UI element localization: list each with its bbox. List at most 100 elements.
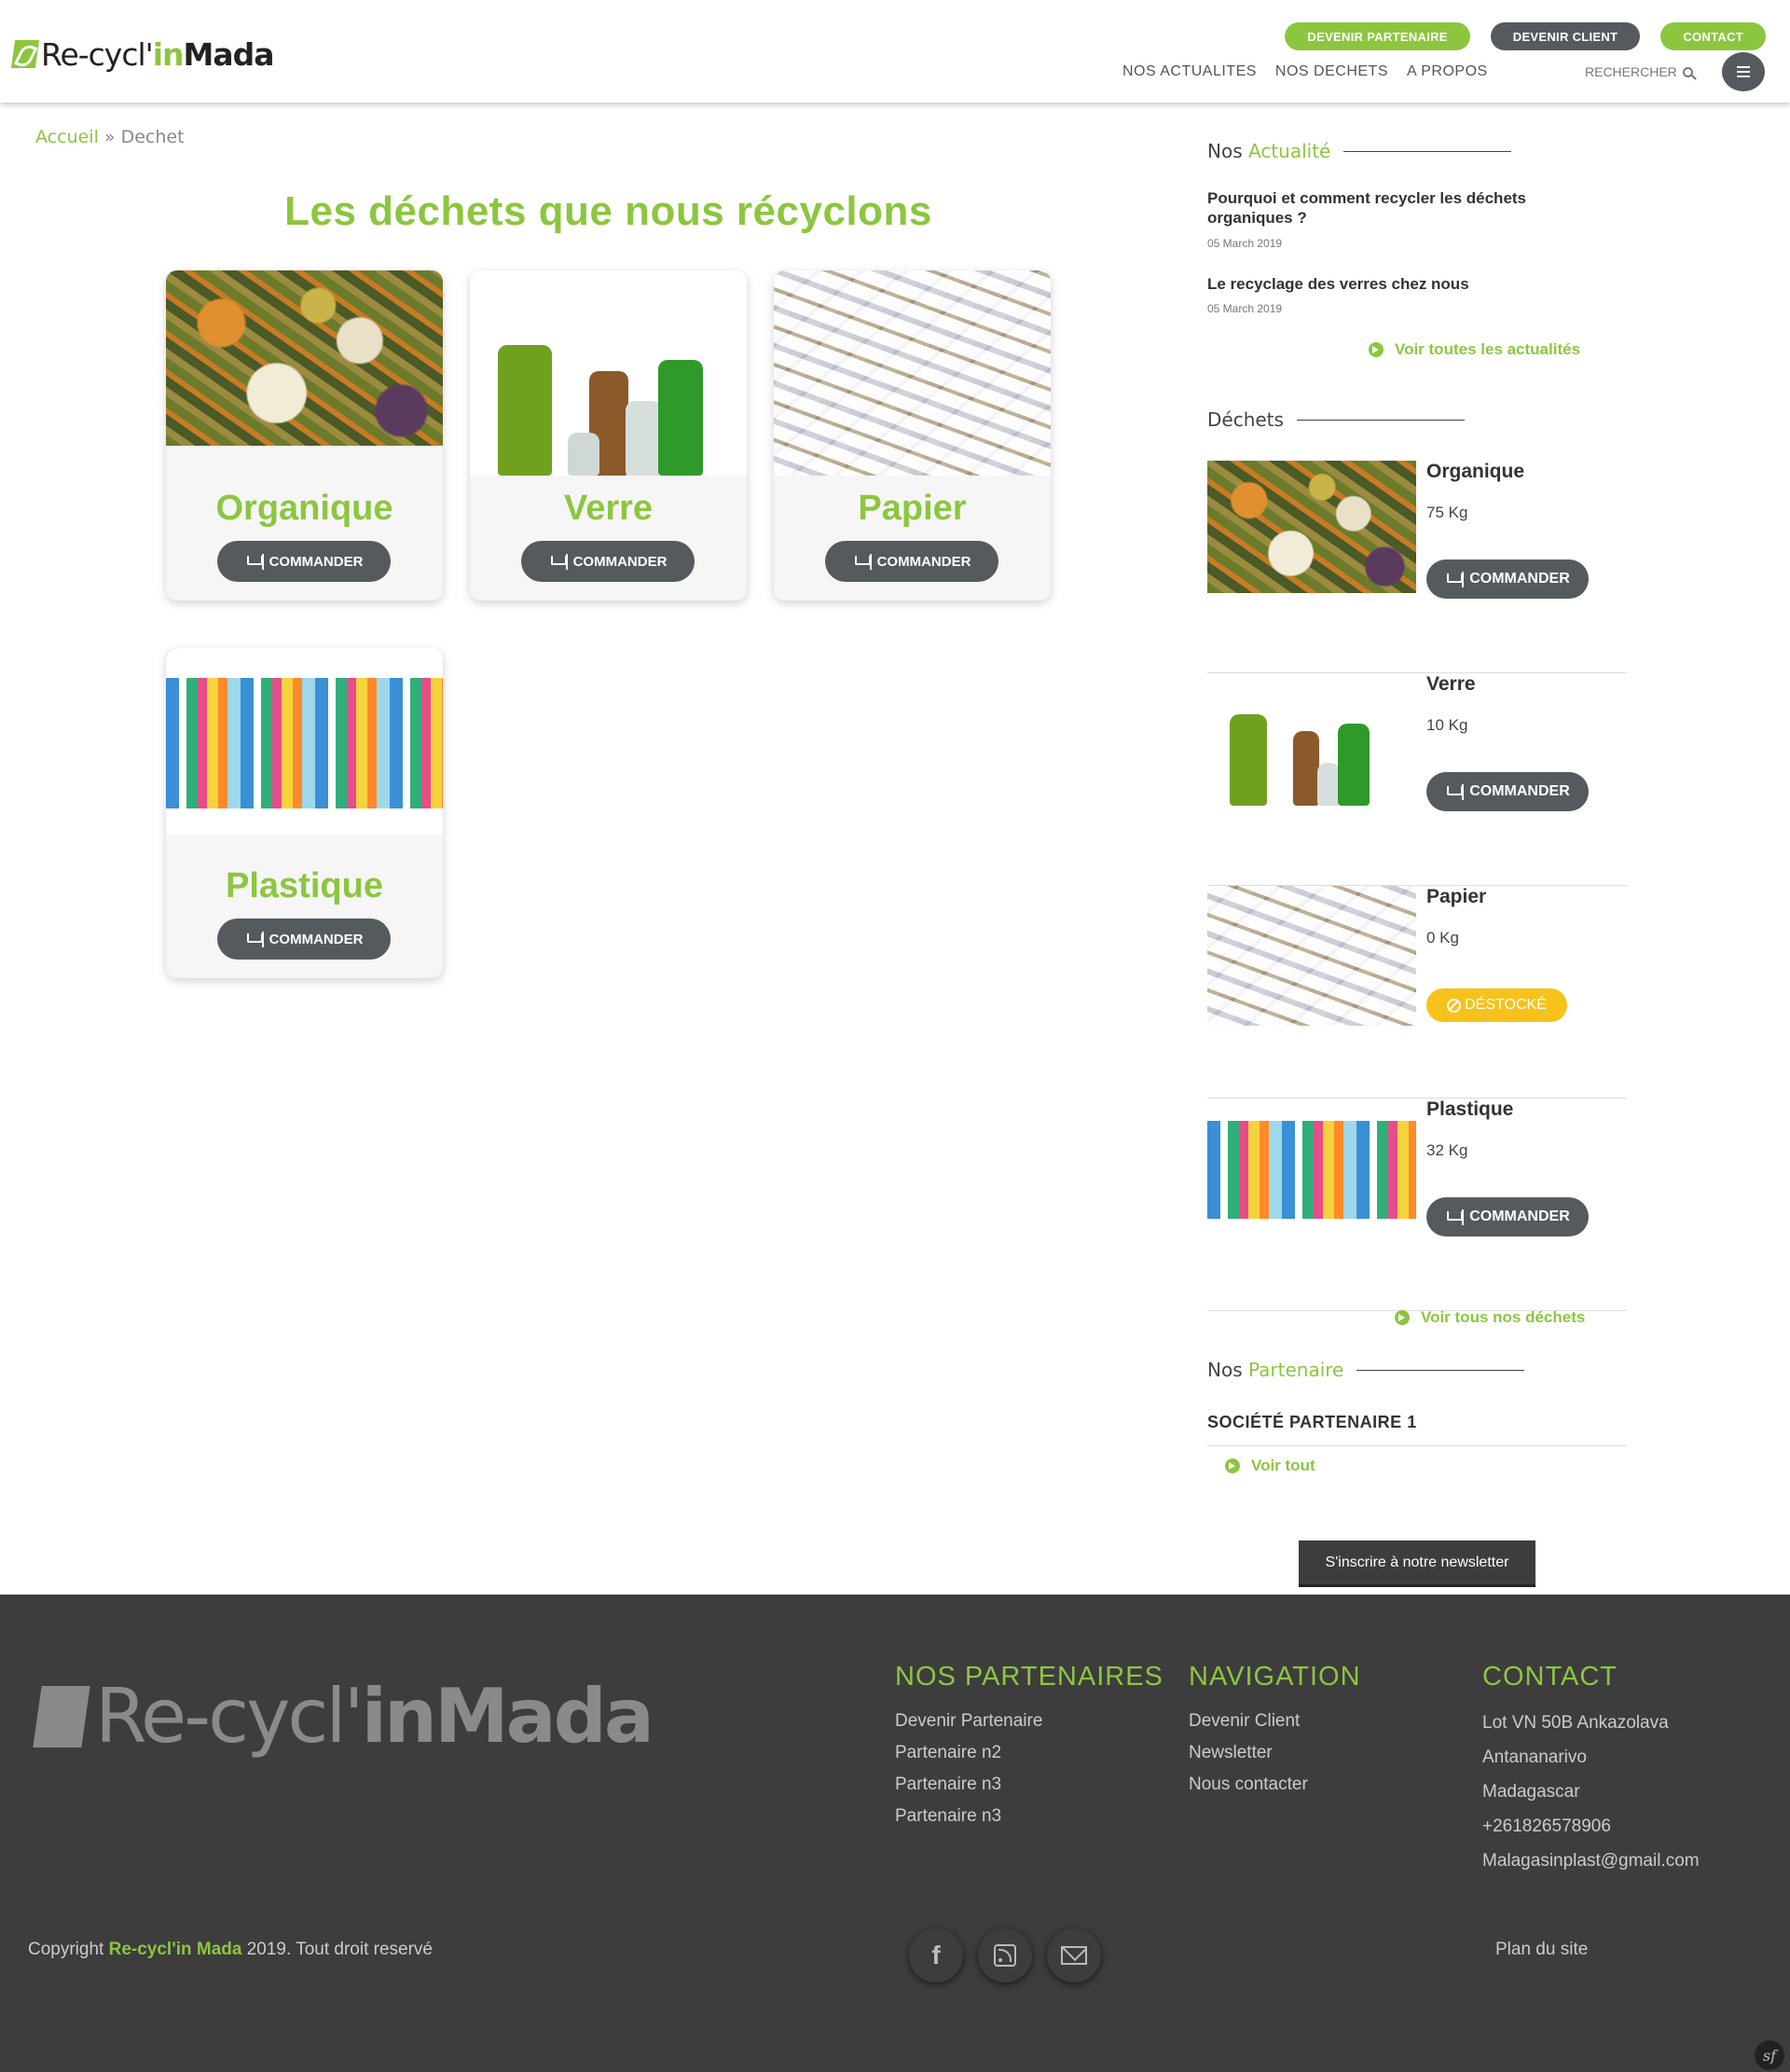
nav-item-about[interactable]: A PROPOS — [1407, 63, 1488, 80]
social-links: f — [909, 1928, 1101, 1982]
waste-list-item: Papier 0 Kg DÉSTOCKÉ — [1207, 886, 1627, 1098]
footer-column-title: NAVIGATION — [1189, 1662, 1361, 1692]
all-partners-link[interactable]: Voir tout — [1225, 1457, 1315, 1475]
contact-email[interactable]: Malagasinplast@gmail.com — [1482, 1844, 1700, 1878]
news-heading: Nos Actualité — [1207, 140, 1512, 162]
hamburger-menu-button[interactable] — [1722, 52, 1765, 91]
footer-partners-column: NOS PARTENAIRES Devenir Partenaire Parte… — [895, 1662, 1164, 1832]
breadcrumb: Accueil » Dechet — [35, 127, 185, 147]
cart-icon — [245, 932, 264, 947]
waste-quantity: 32 Kg — [1426, 1141, 1468, 1159]
card-title: Papier — [858, 489, 967, 528]
main-nav: NOS ACTUALITES NOS DECHETS A PROPOS — [1122, 63, 1488, 80]
footer-navigation-column: NAVIGATION Devenir Client Newsletter Nou… — [1189, 1662, 1361, 1801]
news-item-title[interactable]: Pourquoi et comment recycler les déchets… — [1207, 188, 1599, 228]
site-footer: Re-cycl'inMada NOS PARTENAIRES Devenir P… — [0, 1595, 1790, 2072]
organic-waste-image — [166, 270, 443, 446]
arrow-circle-right-icon — [1395, 1310, 1410, 1325]
copyright-text: Copyright Re-cycl'in Mada 2019. Tout dro… — [28, 1940, 434, 1959]
mail-link[interactable] — [1047, 1928, 1101, 1982]
order-button[interactable]: COMMANDER — [825, 541, 998, 582]
plastic-bottles-image — [166, 648, 443, 835]
glass-bottles-image — [470, 270, 747, 476]
footer-link[interactable]: Partenaire n3 — [895, 1769, 1164, 1801]
search-icon — [1682, 66, 1693, 77]
cart-icon — [1445, 1209, 1465, 1225]
waste-quantity: 10 Kg — [1426, 716, 1468, 734]
waste-list-item: Verre 10 Kg COMMANDER — [1207, 673, 1627, 886]
contact-address: Lot VN 50B Ankazolava — [1482, 1713, 1669, 1733]
waste-card-glass[interactable]: Verre COMMANDER — [470, 270, 747, 601]
order-button[interactable]: COMMANDER — [1426, 559, 1589, 599]
footer-contact-column: CONTACT Lot VN 50B Ankazolava Antananari… — [1482, 1662, 1700, 1878]
footer-column-title: NOS PARTENAIRES — [895, 1662, 1164, 1692]
waste-heading: Déchets — [1207, 408, 1465, 431]
waste-name[interactable]: Papier — [1426, 886, 1486, 908]
cart-icon — [853, 554, 872, 570]
waste-name[interactable]: Organique — [1426, 461, 1524, 483]
search-trigger[interactable]: RECHERCHER — [1585, 64, 1693, 79]
shredded-paper-thumbnail[interactable] — [1207, 886, 1416, 1026]
waste-name[interactable]: Verre — [1426, 673, 1476, 696]
waste-card-paper[interactable]: Papier COMMANDER — [774, 270, 1051, 601]
waste-quantity: 75 Kg — [1426, 504, 1468, 521]
card-title: Verre — [563, 489, 654, 528]
footer-link[interactable]: Devenir Partenaire — [895, 1706, 1164, 1737]
page-title: Les déchets que nous récyclons — [284, 188, 932, 234]
site-logo[interactable]: Re-cycl'inMada — [10, 34, 275, 75]
cart-icon — [549, 554, 568, 570]
news-item-title[interactable]: Le recyclage des verres chez nous — [1207, 274, 1599, 294]
waste-list-item: Organique 75 Kg COMMANDER — [1207, 461, 1627, 673]
footer-column-title: CONTACT — [1482, 1662, 1618, 1692]
menu-icon — [1737, 66, 1750, 68]
search-label: RECHERCHER — [1585, 64, 1677, 79]
become-client-button[interactable]: DEVENIR CLIENT — [1490, 22, 1641, 50]
waste-card-organic[interactable]: Organique COMMANDER — [166, 270, 443, 601]
contact-phone[interactable]: +261826578906 — [1482, 1809, 1700, 1844]
order-button[interactable]: COMMANDER — [1426, 772, 1589, 811]
plastic-bottles-thumbnail[interactable] — [1207, 1098, 1416, 1238]
newsletter-signup-button[interactable]: S'inscrire à notre newsletter — [1299, 1540, 1535, 1587]
order-button[interactable]: COMMANDER — [217, 919, 391, 960]
card-title: Plastique — [226, 866, 383, 905]
footer-link[interactable]: Nous contacter — [1189, 1769, 1361, 1801]
organic-waste-thumbnail[interactable] — [1207, 461, 1416, 593]
rss-link[interactable] — [978, 1928, 1032, 1982]
order-button[interactable]: COMMANDER — [1426, 1197, 1589, 1236]
rss-icon — [994, 1944, 1016, 1967]
sitemap-link[interactable]: Plan du site — [1495, 1940, 1588, 1960]
glass-bottles-thumbnail[interactable] — [1207, 673, 1416, 806]
waste-name[interactable]: Plastique — [1426, 1098, 1513, 1121]
become-partner-button[interactable]: DEVENIR PARTENAIRE — [1285, 22, 1470, 50]
partner-item[interactable]: SOCIÉTÉ PARTENAIRE 1 — [1207, 1413, 1627, 1446]
top-buttons: DEVENIR PARTENAIRE DEVENIR CLIENT CONTAC… — [1285, 22, 1766, 50]
breadcrumb-home[interactable]: Accueil — [35, 127, 99, 147]
breadcrumb-separator: » — [103, 127, 116, 147]
order-button[interactable]: COMMANDER — [521, 541, 695, 582]
all-waste-link[interactable]: Voir tous nos déchets — [1395, 1308, 1585, 1327]
facebook-icon[interactable]: f — [909, 1928, 963, 1982]
symfony-toolbar-icon[interactable]: sf — [1755, 2040, 1784, 2070]
footer-link[interactable]: Partenaire n3 — [895, 1801, 1164, 1832]
order-button[interactable]: COMMANDER — [217, 541, 391, 582]
contact-button[interactable]: CONTACT — [1660, 22, 1766, 50]
footer-logo[interactable]: Re-cycl'inMada — [33, 1673, 654, 1760]
site-header: Re-cycl'inMada DEVENIR PARTENAIRE DEVENI… — [0, 0, 1790, 103]
cart-icon — [1445, 784, 1465, 800]
arrow-circle-right-icon — [1369, 342, 1384, 357]
all-news-link[interactable]: Voir toutes les actualités — [1369, 340, 1580, 359]
footer-link[interactable]: Devenir Client — [1189, 1706, 1361, 1737]
footer-link[interactable]: Partenaire n2 — [895, 1737, 1164, 1769]
leaf-logo-icon — [33, 1685, 90, 1747]
nav-item-waste[interactable]: NOS DECHETS — [1275, 63, 1388, 80]
nav-item-news[interactable]: NOS ACTUALITES — [1122, 63, 1257, 80]
mail-icon — [1061, 1946, 1087, 1965]
breadcrumb-current: Dechet — [120, 127, 185, 147]
contact-city: Antananarivo — [1482, 1747, 1587, 1767]
news-item-date: 05 March 2019 — [1207, 237, 1283, 250]
out-of-stock-badge: DÉSTOCKÉ — [1426, 988, 1567, 1022]
footer-link[interactable]: Newsletter — [1189, 1737, 1361, 1769]
contact-country: Madagascar — [1482, 1782, 1580, 1802]
leaf-logo-icon — [10, 40, 40, 68]
waste-card-plastic[interactable]: Plastique COMMANDER — [166, 648, 443, 978]
